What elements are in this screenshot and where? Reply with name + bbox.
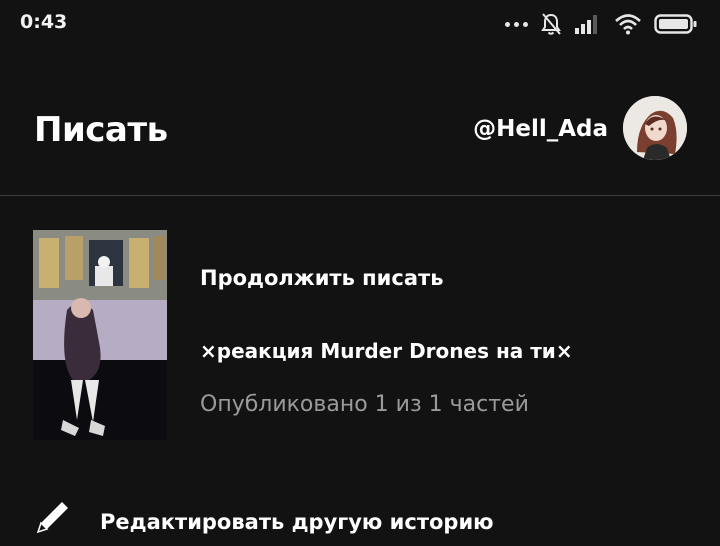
story-title: ×реакция Murder Drones на ти× xyxy=(200,339,573,363)
status-icons xyxy=(505,10,698,38)
username-link[interactable]: @Hell_Ada xyxy=(473,116,608,142)
page-header: Писать @Hell_Ada xyxy=(0,70,720,196)
status-bar: 0:43 xyxy=(0,0,720,50)
page-title: Писать xyxy=(34,110,168,150)
story-cover[interactable] xyxy=(33,230,167,440)
avatar[interactable] xyxy=(623,96,687,160)
edit-other-story-button[interactable]: Редактировать другую историю xyxy=(0,490,720,546)
edit-other-story-label: Редактировать другую историю xyxy=(100,510,494,534)
battery-icon xyxy=(654,14,697,34)
wifi-icon xyxy=(615,14,641,35)
continue-writing-card[interactable]: Продолжить писать ×реакция Murder Drones… xyxy=(0,220,720,452)
status-time: 0:43 xyxy=(20,11,68,33)
pencil-icon xyxy=(36,502,68,534)
bell-off-icon xyxy=(541,13,561,35)
avatar-image xyxy=(623,96,687,160)
story-published-info: Опубликовано 1 из 1 частей xyxy=(200,392,529,417)
continue-writing-heading: Продолжить писать xyxy=(200,266,444,290)
more-dots-icon xyxy=(505,21,528,27)
story-cover-image xyxy=(33,230,167,440)
signal-icon xyxy=(575,15,597,34)
